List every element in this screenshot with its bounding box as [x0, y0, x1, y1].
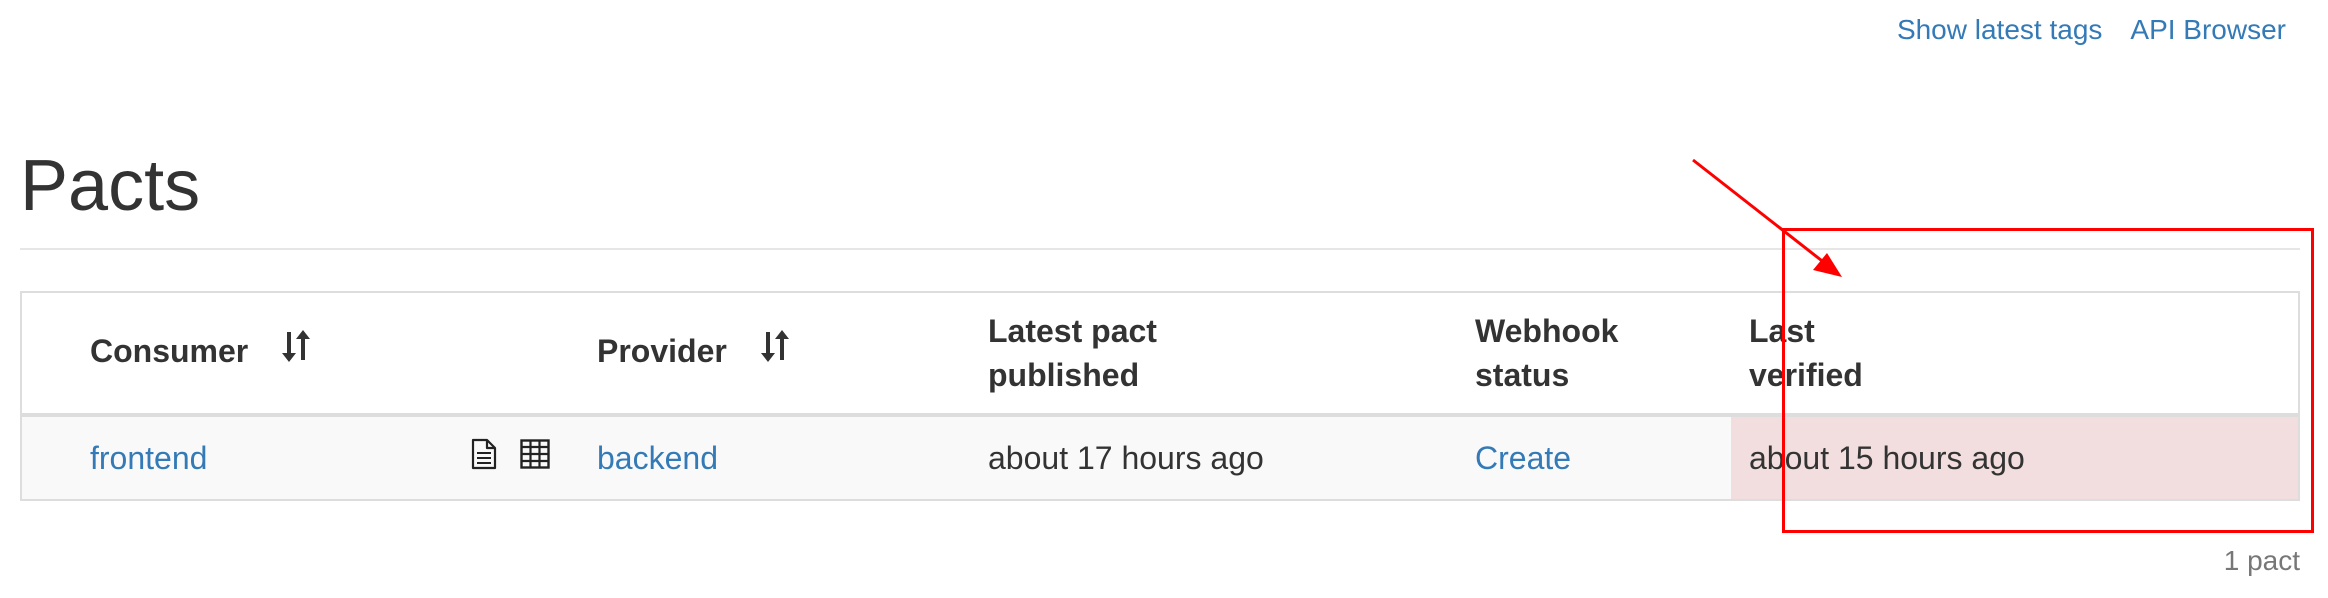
consumer-column-header[interactable]: Consumer	[21, 292, 471, 417]
annotation-highlight-box	[1782, 228, 2314, 533]
pact-count: 1 pact	[2223, 545, 2300, 576]
webhook-status-header-line1: Webhook	[1475, 313, 1619, 349]
latest-pact-published-header-line1: Latest pact	[988, 313, 1157, 349]
latest-pact-published-cell: about 17 hours ago	[986, 415, 1473, 500]
matrix-table-icon[interactable]	[520, 439, 550, 477]
document-icon[interactable]	[471, 438, 497, 478]
webhook-status-header: Webhook status	[1473, 292, 1731, 417]
consumer-header-label: Consumer	[90, 333, 249, 370]
latest-pact-published-header-line2: published	[988, 357, 1140, 393]
provider-column-header[interactable]: Provider	[591, 292, 986, 417]
top-nav: Show latest tags API Browser	[1897, 14, 2286, 46]
provider-cell: backend	[591, 415, 986, 500]
webhook-status-cell: Create	[1473, 415, 1731, 500]
sort-icon[interactable]	[760, 329, 790, 374]
webhook-create-link[interactable]: Create	[1475, 440, 1571, 476]
pact-icons-cell	[471, 415, 591, 500]
webhook-status-header-line2: status	[1475, 357, 1570, 393]
show-latest-tags-link[interactable]: Show latest tags	[1897, 14, 2102, 46]
latest-pact-published-header: Latest pact published	[986, 292, 1473, 417]
provider-header-label: Provider	[597, 333, 727, 370]
provider-link[interactable]: backend	[597, 440, 718, 476]
page-title: Pacts	[20, 146, 201, 226]
consumer-cell: frontend	[21, 415, 471, 500]
consumer-link[interactable]: frontend	[90, 440, 207, 476]
sort-icon[interactable]	[281, 329, 311, 374]
api-browser-link[interactable]: API Browser	[2130, 14, 2286, 46]
icons-column-header	[471, 292, 591, 417]
